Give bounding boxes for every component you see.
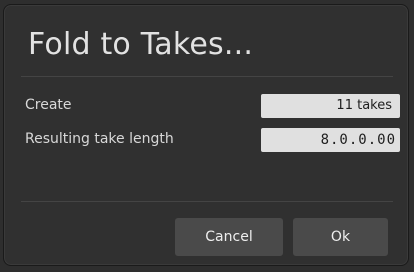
footer-divider [21, 201, 393, 202]
title-divider [21, 76, 393, 77]
fold-to-takes-dialog: Fold to Takes... Create 11 takes Resulti… [3, 4, 409, 266]
dialog-title: Fold to Takes... [28, 27, 254, 62]
ok-button[interactable]: Ok [293, 218, 388, 256]
resulting-take-length-field[interactable]: 8.0.0.00 [261, 128, 400, 152]
resulting-take-length-label: Resulting take length [25, 131, 174, 147]
cancel-button[interactable]: Cancel [175, 218, 283, 256]
create-label: Create [25, 97, 72, 113]
create-takes-field[interactable]: 11 takes [261, 94, 400, 118]
